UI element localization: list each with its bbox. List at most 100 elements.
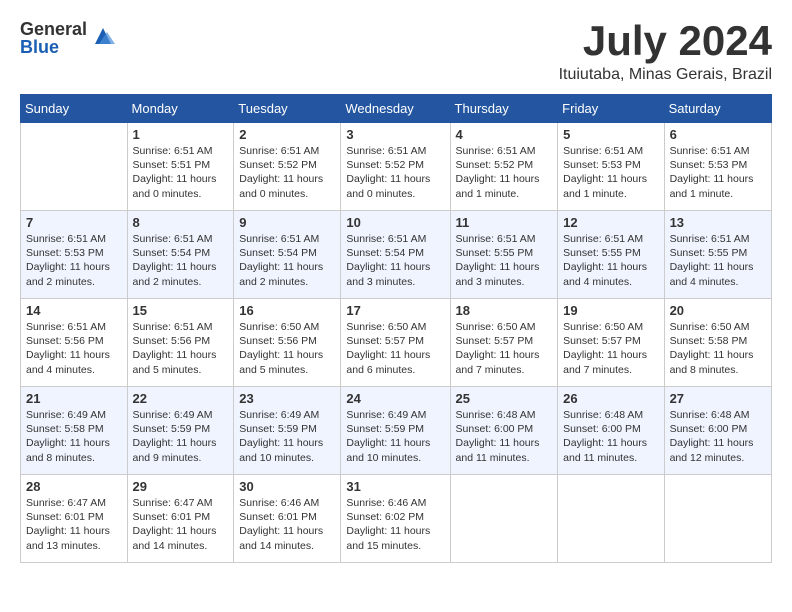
calendar-cell: 31 Sunrise: 6:46 AM Sunset: 6:02 PM Dayli… [341,475,450,563]
calendar-cell [450,475,558,563]
calendar-cell [664,475,771,563]
day-info: Sunrise: 6:48 AM Sunset: 6:00 PM Dayligh… [563,408,658,465]
day-number: 27 [670,391,766,406]
calendar-cell: 8 Sunrise: 6:51 AM Sunset: 5:54 PM Daylig… [127,211,234,299]
calendar-week-row: 21Sunrise: 6:49 AM Sunset: 5:58 PM Dayli… [21,387,772,475]
day-number: 25 [456,391,553,406]
calendar-cell: 25 Sunrise: 6:48 AM Sunset: 6:00 PM Dayli… [450,387,558,475]
calendar-cell: 27Sunrise: 6:48 AM Sunset: 6:00 PM Dayli… [664,387,771,475]
calendar-week-row: 7 Sunrise: 6:51 AM Sunset: 5:53 PM Daylig… [21,211,772,299]
day-number: 8 [133,215,229,230]
calendar-cell: 18Sunrise: 6:50 AM Sunset: 5:57 PM Dayli… [450,299,558,387]
day-info: Sunrise: 6:51 AM Sunset: 5:56 PM Dayligh… [133,320,229,377]
calendar-cell: 16 Sunrise: 6:50 AM Sunset: 5:56 PM Dayli… [234,299,341,387]
day-number: 24 [346,391,444,406]
day-info: Sunrise: 6:46 AM Sunset: 6:02 PM Dayligh… [346,496,444,553]
day-number: 20 [670,303,766,318]
day-info: Sunrise: 6:47 AM Sunset: 6:01 PM Dayligh… [26,496,122,553]
calendar-cell: 19 Sunrise: 6:50 AM Sunset: 5:57 PM Dayli… [558,299,664,387]
weekday-header-tuesday: Tuesday [234,95,341,123]
day-info: Sunrise: 6:50 AM Sunset: 5:57 PM Dayligh… [563,320,658,377]
day-number: 7 [26,215,122,230]
day-info: Sunrise: 6:51 AM Sunset: 5:52 PM Dayligh… [239,144,335,201]
calendar-cell: 7 Sunrise: 6:51 AM Sunset: 5:53 PM Daylig… [21,211,128,299]
day-number: 28 [26,479,122,494]
day-info: Sunrise: 6:47 AM Sunset: 6:01 PM Dayligh… [133,496,229,553]
logo-general-text: General [20,20,87,38]
location-text: Ituiutaba, Minas Gerais, Brazil [559,66,772,84]
weekday-header-sunday: Sunday [21,95,128,123]
calendar-cell: 21Sunrise: 6:49 AM Sunset: 5:58 PM Dayli… [21,387,128,475]
day-info: Sunrise: 6:51 AM Sunset: 5:52 PM Dayligh… [456,144,553,201]
calendar-cell: 22Sunrise: 6:49 AM Sunset: 5:59 PM Dayli… [127,387,234,475]
day-number: 30 [239,479,335,494]
day-number: 12 [563,215,658,230]
calendar-week-row: 14 Sunrise: 6:51 AM Sunset: 5:56 PM Dayli… [21,299,772,387]
month-title: July 2024 [559,20,772,62]
day-number: 16 [239,303,335,318]
calendar-cell: 2 Sunrise: 6:51 AM Sunset: 5:52 PM Daylig… [234,123,341,211]
calendar-week-row: 28 Sunrise: 6:47 AM Sunset: 6:01 PM Dayli… [21,475,772,563]
calendar-cell: 28 Sunrise: 6:47 AM Sunset: 6:01 PM Dayli… [21,475,128,563]
day-info: Sunrise: 6:51 AM Sunset: 5:53 PM Dayligh… [563,144,658,201]
calendar-cell: 6Sunrise: 6:51 AM Sunset: 5:53 PM Daylig… [664,123,771,211]
calendar-cell: 10 Sunrise: 6:51 AM Sunset: 5:54 PM Dayli… [341,211,450,299]
logo: General Blue [20,20,115,56]
day-info: Sunrise: 6:49 AM Sunset: 5:59 PM Dayligh… [346,408,444,465]
day-info: Sunrise: 6:49 AM Sunset: 5:59 PM Dayligh… [239,408,335,465]
day-number: 29 [133,479,229,494]
calendar-cell: 29 Sunrise: 6:47 AM Sunset: 6:01 PM Dayli… [127,475,234,563]
weekday-header-row: SundayMondayTuesdayWednesdayThursdayFrid… [21,95,772,123]
calendar-cell: 24 Sunrise: 6:49 AM Sunset: 5:59 PM Dayli… [341,387,450,475]
day-number: 19 [563,303,658,318]
day-number: 10 [346,215,444,230]
day-number: 15 [133,303,229,318]
day-number: 31 [346,479,444,494]
day-number: 17 [346,303,444,318]
day-number: 1 [133,127,229,142]
day-info: Sunrise: 6:51 AM Sunset: 5:55 PM Dayligh… [563,232,658,289]
day-info: Sunrise: 6:50 AM Sunset: 5:58 PM Dayligh… [670,320,766,377]
day-info: Sunrise: 6:50 AM Sunset: 5:57 PM Dayligh… [456,320,553,377]
calendar-cell [558,475,664,563]
day-number: 4 [456,127,553,142]
day-info: Sunrise: 6:51 AM Sunset: 5:54 PM Dayligh… [346,232,444,289]
day-number: 9 [239,215,335,230]
weekday-header-monday: Monday [127,95,234,123]
calendar-cell: 14Sunrise: 6:51 AM Sunset: 5:56 PM Dayli… [21,299,128,387]
calendar-cell: 30 Sunrise: 6:46 AM Sunset: 6:01 PM Dayli… [234,475,341,563]
calendar-cell: 26Sunrise: 6:48 AM Sunset: 6:00 PM Dayli… [558,387,664,475]
day-number: 23 [239,391,335,406]
day-info: Sunrise: 6:51 AM Sunset: 5:54 PM Dayligh… [133,232,229,289]
weekday-header-wednesday: Wednesday [341,95,450,123]
day-number: 2 [239,127,335,142]
day-number: 14 [26,303,122,318]
day-info: Sunrise: 6:49 AM Sunset: 5:59 PM Dayligh… [133,408,229,465]
day-number: 3 [346,127,444,142]
page-header: General Blue July 2024 Ituiutaba, Minas … [20,20,772,84]
day-info: Sunrise: 6:46 AM Sunset: 6:01 PM Dayligh… [239,496,335,553]
calendar-cell: 17Sunrise: 6:50 AM Sunset: 5:57 PM Dayli… [341,299,450,387]
day-number: 11 [456,215,553,230]
calendar-cell: 12 Sunrise: 6:51 AM Sunset: 5:55 PM Dayli… [558,211,664,299]
calendar-cell: 9Sunrise: 6:51 AM Sunset: 5:54 PM Daylig… [234,211,341,299]
day-info: Sunrise: 6:51 AM Sunset: 5:52 PM Dayligh… [346,144,444,201]
day-number: 21 [26,391,122,406]
weekday-header-saturday: Saturday [664,95,771,123]
calendar-cell: 11 Sunrise: 6:51 AM Sunset: 5:55 PM Dayli… [450,211,558,299]
day-number: 13 [670,215,766,230]
day-info: Sunrise: 6:48 AM Sunset: 6:00 PM Dayligh… [456,408,553,465]
calendar-cell: 1Sunrise: 6:51 AM Sunset: 5:51 PM Daylig… [127,123,234,211]
title-block: July 2024 Ituiutaba, Minas Gerais, Brazi… [559,20,772,84]
day-info: Sunrise: 6:51 AM Sunset: 5:55 PM Dayligh… [670,232,766,289]
weekday-header-thursday: Thursday [450,95,558,123]
day-info: Sunrise: 6:51 AM Sunset: 5:53 PM Dayligh… [26,232,122,289]
calendar-week-row: 1Sunrise: 6:51 AM Sunset: 5:51 PM Daylig… [21,123,772,211]
calendar-cell: 23 Sunrise: 6:49 AM Sunset: 5:59 PM Dayli… [234,387,341,475]
calendar-cell: 4 Sunrise: 6:51 AM Sunset: 5:52 PM Daylig… [450,123,558,211]
weekday-header-friday: Friday [558,95,664,123]
day-info: Sunrise: 6:50 AM Sunset: 5:56 PM Dayligh… [239,320,335,377]
calendar-cell: 3 Sunrise: 6:51 AM Sunset: 5:52 PM Daylig… [341,123,450,211]
day-info: Sunrise: 6:51 AM Sunset: 5:55 PM Dayligh… [456,232,553,289]
logo-icon [91,24,115,48]
